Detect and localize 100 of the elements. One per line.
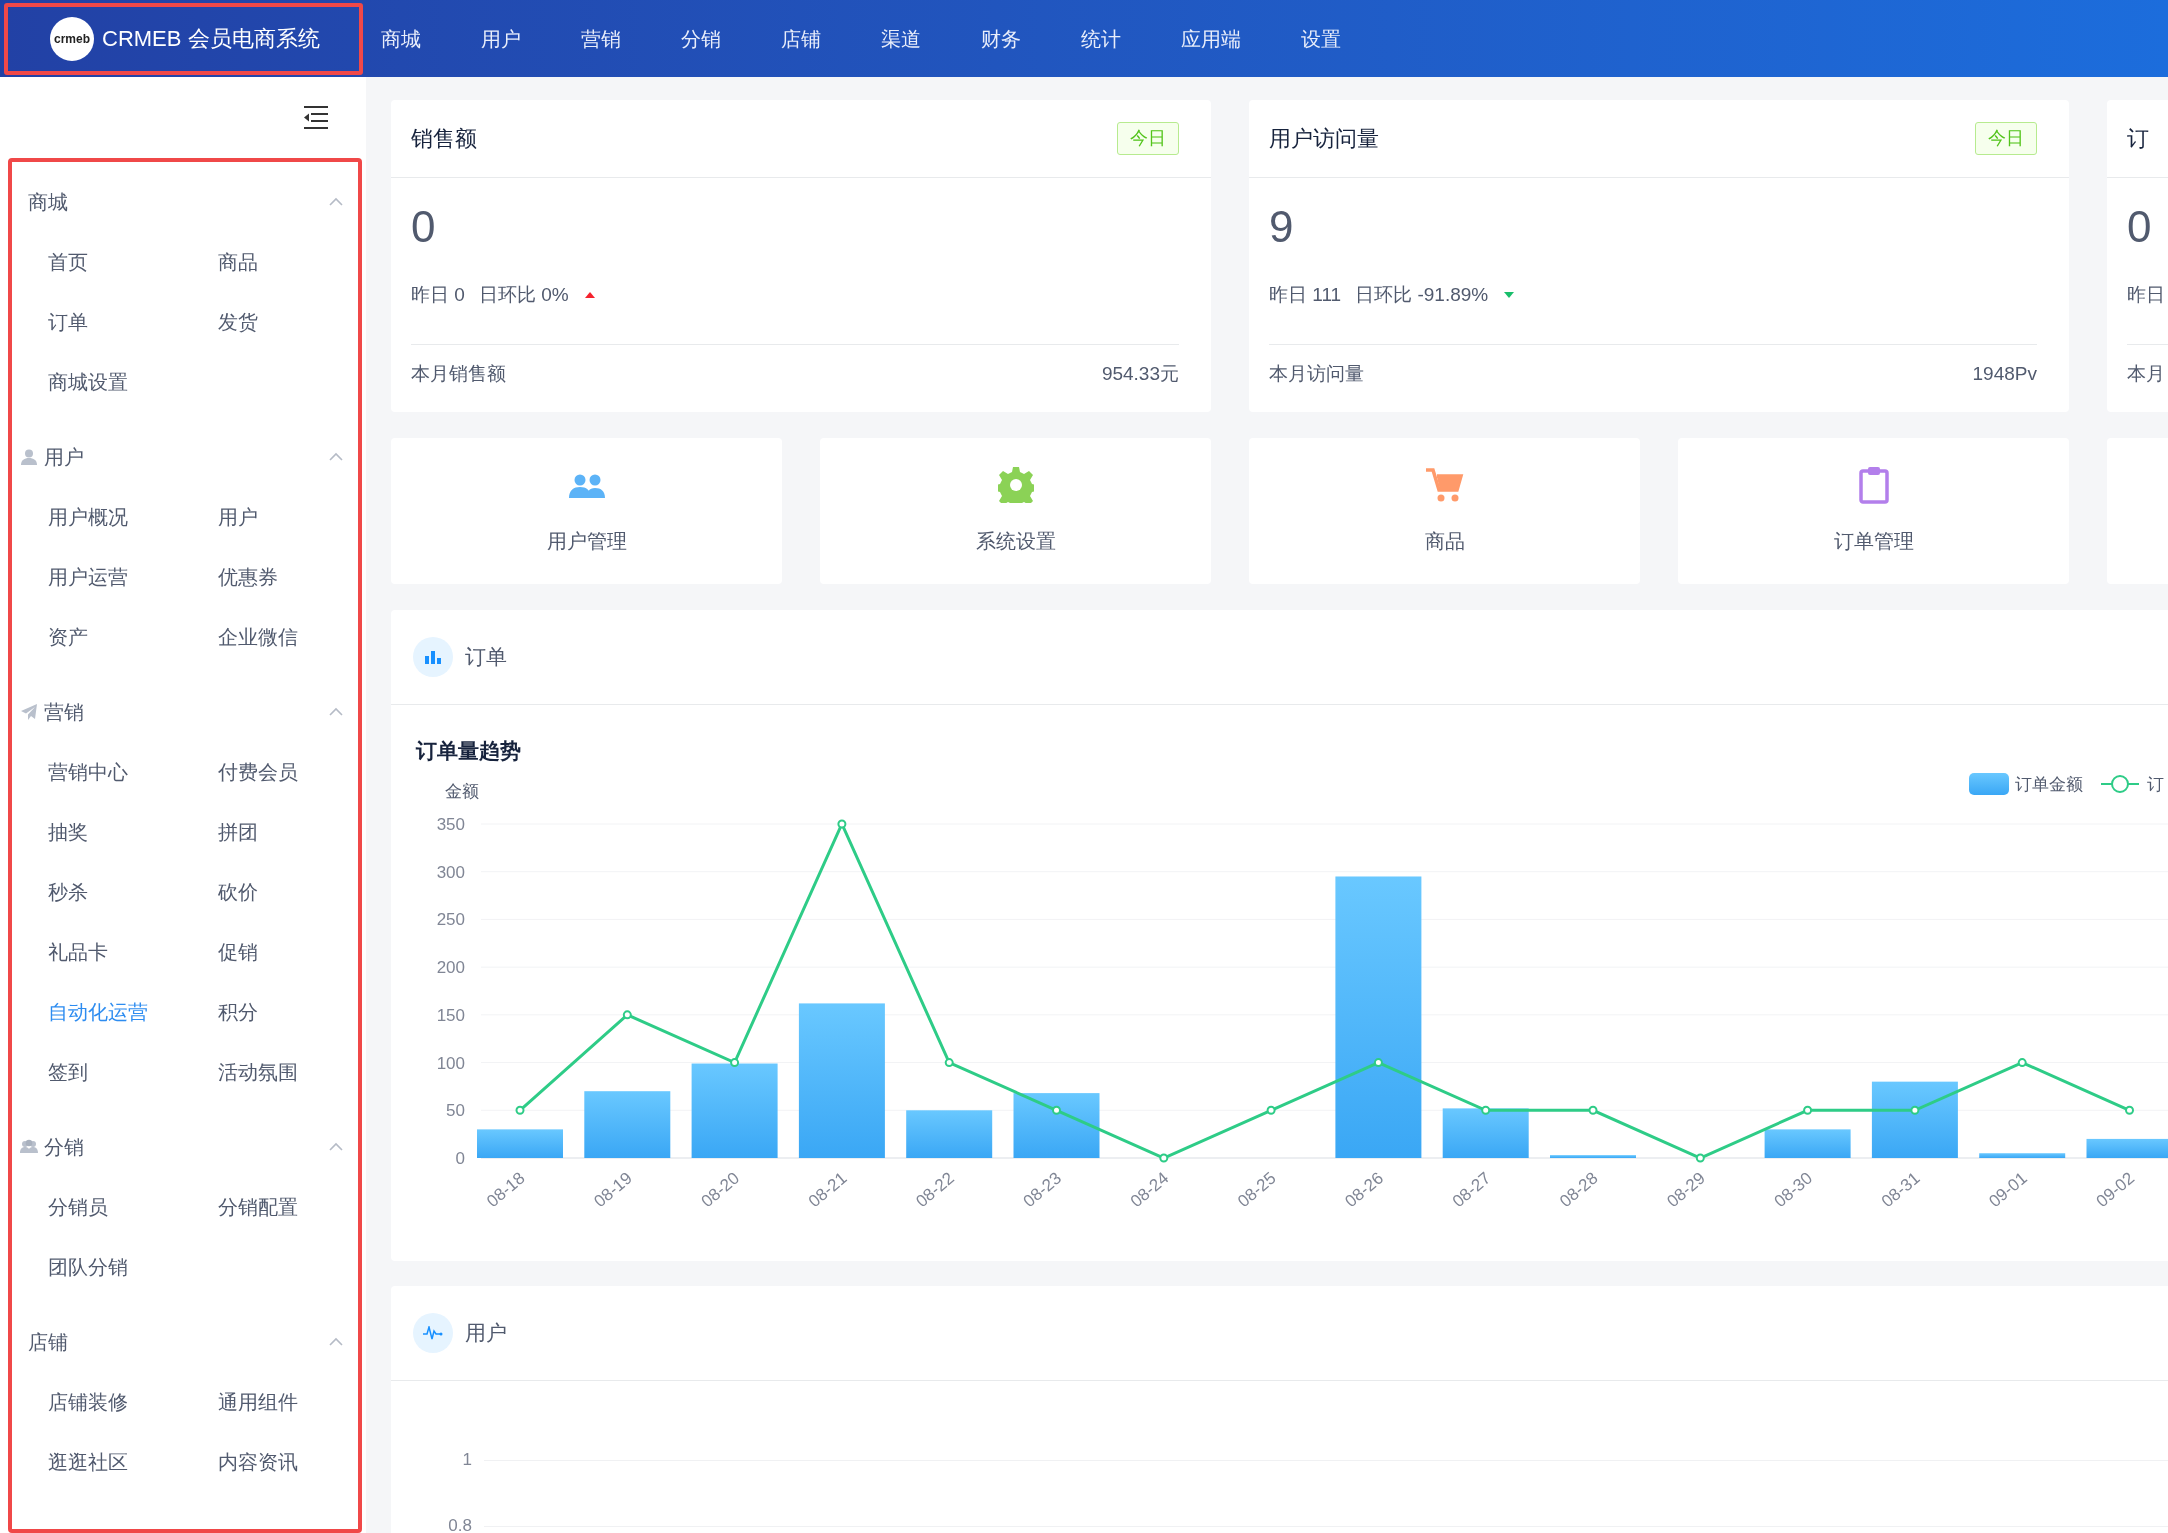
axis-tick-label: 100 [436, 1053, 465, 1073]
menu-item[interactable]: 用户概况 [48, 502, 128, 532]
legend-item[interactable]: 订 [2100, 774, 2164, 794]
axis-tick-label: 250 [436, 909, 465, 929]
menu-item[interactable]: 商城设置 [48, 367, 128, 397]
yesterday-value: 昨日 [2127, 282, 2165, 307]
menu-group-title[interactable]: 商城 [28, 187, 68, 217]
axis-tick-label: 350 [436, 814, 465, 834]
menu-item[interactable]: 秒杀 [48, 877, 88, 907]
axis-tick-label: 0.8 [447, 1515, 473, 1533]
shortcut-card[interactable]: 用户管理 [391, 438, 782, 584]
menu-item[interactable]: 商品 [218, 247, 258, 277]
menu-item[interactable]: 优惠券 [218, 562, 278, 592]
nav-item[interactable]: 财务 [981, 23, 1021, 54]
axis-tick-label: 200 [436, 957, 465, 977]
footer-label: 本月销售额 [411, 362, 506, 387]
day-ratio: 日环比 -91.89% [1355, 282, 1489, 307]
card-title: 订 [2127, 125, 2149, 153]
menu-group-title[interactable]: 店铺 [28, 1327, 68, 1357]
nav-item[interactable]: 应用端 [1181, 23, 1241, 54]
nav-item[interactable]: 设置 [1301, 23, 1341, 54]
shortcut-card[interactable]: 系统设置 [820, 438, 1211, 584]
menu-item[interactable]: 分销员 [48, 1192, 108, 1222]
day-ratio: 日环比 0% [478, 282, 569, 307]
data-point [1803, 1105, 1813, 1115]
axis-tick-label: 50 [446, 1100, 465, 1120]
nav-item[interactable]: 营销 [581, 23, 621, 54]
data-point [837, 819, 847, 828]
menu-item[interactable]: 付费会员 [218, 757, 298, 787]
app-title: CRMEB 会员电商系统 [102, 25, 320, 53]
menu-item[interactable]: 内容资讯 [218, 1447, 298, 1477]
nav-item[interactable]: 分销 [681, 23, 721, 54]
nav-item[interactable]: 店铺 [781, 23, 821, 54]
menu-item[interactable]: 活动氛围 [218, 1057, 298, 1087]
data-point [2017, 1057, 2027, 1067]
menu-item[interactable]: 店铺装修 [48, 1387, 128, 1417]
person-icon [20, 448, 38, 466]
menu-item[interactable]: 通用组件 [218, 1387, 298, 1417]
today-tag: 今日 [1117, 122, 1179, 155]
menu-group-title[interactable]: 用户 [44, 442, 84, 472]
shortcut-card[interactable]: 商品 [1249, 438, 1640, 584]
nav-item[interactable]: 统计 [1081, 23, 1121, 54]
people-icon [20, 1138, 38, 1156]
menu-item[interactable]: 资产 [48, 622, 88, 652]
menu-item[interactable]: 签到 [48, 1057, 88, 1087]
shortcut-card[interactable]: 订单管理 [1678, 438, 2069, 584]
yesterday-value: 昨日 111 [1269, 282, 1342, 307]
stat-value: 0 [2127, 201, 2153, 252]
menu-group-title[interactable]: 分销 [44, 1132, 84, 1162]
menu-item[interactable]: 企业微信 [218, 622, 298, 652]
data-point [622, 1009, 632, 1019]
stat-value: 9 [1269, 201, 1295, 252]
axis-tick-label: 0 [455, 1148, 465, 1168]
nav-item[interactable]: 用户 [481, 23, 521, 54]
axis-title: 金额 [445, 781, 479, 801]
data-point [1052, 1105, 1061, 1115]
card-title: 销售额 [411, 125, 477, 153]
menu-item[interactable]: 发货 [218, 307, 258, 337]
menu-item[interactable]: 逛逛社区 [48, 1447, 128, 1477]
nav-item[interactable]: 商城 [381, 23, 421, 54]
menu-item[interactable]: 订单 [48, 307, 88, 337]
legend-item[interactable]: 订单金额 [1969, 772, 2083, 795]
data-point [730, 1057, 740, 1067]
yesterday-value: 昨日 0 [411, 282, 465, 307]
menu-item[interactable]: 砍价 [218, 877, 258, 907]
footer-value: 954.33元 [1101, 362, 1179, 387]
section-title: 用户 [465, 1320, 507, 1347]
axis-tick-label: 150 [436, 1005, 465, 1025]
menu-item[interactable]: 礼品卡 [48, 937, 108, 967]
chart-title: 订单量趋势 [414, 738, 522, 764]
nav-item[interactable]: 渠道 [881, 23, 921, 54]
menu-item[interactable]: 拼团 [218, 817, 258, 847]
bar-chart-icon [413, 637, 453, 677]
section-title: 订单 [465, 644, 507, 671]
data-point [1910, 1105, 1920, 1115]
footer-label: 本月 [2127, 362, 2165, 387]
menu-item[interactable]: 首页 [48, 247, 88, 277]
menu-item[interactable]: 抽奖 [48, 817, 88, 847]
data-point [1481, 1105, 1491, 1115]
menu-item[interactable]: 促销 [218, 937, 258, 967]
axis-tick-label: 1 [461, 1449, 473, 1472]
footer-value: 1948Pv [1972, 362, 2037, 387]
today-tag: 今日 [1975, 122, 2037, 155]
data-point [515, 1105, 525, 1115]
data-point [1588, 1105, 1598, 1115]
menu-item[interactable]: 营销中心 [48, 757, 128, 787]
footer-label: 本月访问量 [1269, 362, 1364, 387]
menu-item[interactable]: 分销配置 [218, 1192, 298, 1222]
stat-value: 0 [411, 201, 437, 252]
paper-plane-icon [20, 703, 38, 721]
menu-collapse-icon[interactable] [302, 103, 330, 132]
logo-badge: crmeb [50, 16, 94, 61]
data-point [2125, 1105, 2134, 1115]
menu-item[interactable]: 用户 [218, 502, 258, 532]
menu-item[interactable]: 用户运营 [48, 562, 128, 592]
axis-tick-label: 300 [436, 862, 465, 882]
menu-item[interactable]: 团队分销 [48, 1252, 128, 1282]
data-point [1266, 1105, 1276, 1115]
menu-item[interactable]: 积分 [218, 997, 258, 1027]
menu-group-title[interactable]: 营销 [44, 697, 84, 727]
